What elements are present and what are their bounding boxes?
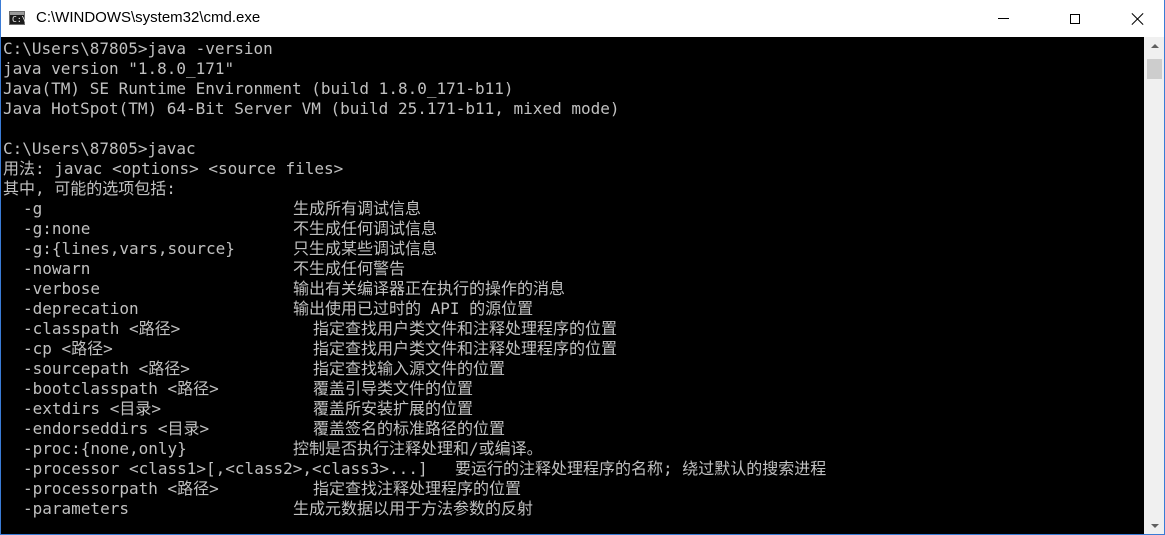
option-description: 要运行的注释处理程序的名称; 绕过默认的搜索进程 — [455, 459, 827, 478]
option-description: 控制是否执行注释处理和/或编译。 — [293, 439, 543, 458]
cmd-icon[interactable]: C:\ — [9, 11, 26, 25]
option-description: 指定查找注释处理程序的位置 — [313, 479, 522, 498]
option-flag: -extdirs <目录> — [23, 399, 161, 418]
maximize-button[interactable] — [1052, 0, 1098, 37]
option-description: 覆盖引导类文件的位置 — [313, 379, 474, 398]
close-icon — [1131, 12, 1145, 26]
title-bar[interactable]: C:\ C:\WINDOWS\system32\cmd.exe — [1, 0, 1164, 37]
option-row: -g 生成所有调试信息 — [3, 199, 620, 219]
option-flag: -bootclasspath <路径> — [23, 379, 219, 398]
option-row: -nowarn 不生成任何警告 — [3, 259, 620, 279]
option-description: 覆盖所安装扩展的位置 — [313, 399, 474, 418]
console-line: java version "1.8.0_171" — [3, 59, 235, 78]
option-row: -verbose 输出有关编译器正在执行的操作的消息 — [3, 279, 620, 299]
maximize-icon — [1070, 13, 1080, 24]
option-description: 生成所有调试信息 — [293, 199, 422, 218]
option-row: -deprecation 输出使用已过时的 API 的源位置 — [3, 299, 620, 319]
option-flag: -g — [23, 199, 43, 218]
option-description: 覆盖签名的标准路径的位置 — [313, 419, 506, 438]
option-flag: -nowarn — [23, 259, 91, 278]
console-line: 用法: javac <options> <source files> — [3, 159, 344, 178]
option-flag: -g:{lines,vars,source} — [23, 239, 235, 258]
close-button[interactable] — [1112, 0, 1164, 37]
option-row: -g:none 不生成任何调试信息 — [3, 219, 620, 239]
arrow-down-icon — [1150, 523, 1159, 528]
console-line: C:\Users\87805>javac — [3, 139, 196, 158]
option-description: 输出有关编译器正在执行的操作的消息 — [293, 279, 566, 298]
option-flag: -parameters — [23, 499, 129, 518]
option-flag: -g:none — [23, 219, 91, 238]
option-row: -g:{lines,vars,source} 只生成某些调试信息 — [3, 239, 620, 259]
option-description: 指定查找输入源文件的位置 — [313, 359, 506, 378]
option-description: 不生成任何警告 — [293, 259, 406, 278]
option-row: -cp <路径> 指定查找用户类文件和注释处理程序的位置 — [3, 339, 620, 359]
option-row: -parameters 生成元数据以用于方法参数的反射 — [3, 499, 620, 519]
option-description: 不生成任何调试信息 — [293, 219, 438, 238]
console-line: 其中, 可能的选项包括: — [3, 179, 176, 198]
scroll-up-button[interactable] — [1144, 37, 1164, 54]
console-output[interactable]: C:\Users\87805>java -version java versio… — [1, 37, 1144, 534]
option-description: 指定查找用户类文件和注释处理程序的位置 — [313, 339, 618, 358]
window-title: C:\WINDOWS\system32\cmd.exe — [36, 9, 261, 26]
option-flag: -proc:{none,only} — [23, 439, 187, 458]
minimize-button[interactable] — [980, 0, 1026, 37]
option-flag: -endorseddirs <目录> — [23, 419, 210, 438]
option-description: 指定查找用户类文件和注释处理程序的位置 — [313, 319, 618, 338]
option-row: -proc:{none,only} 控制是否执行注释处理和/或编译。 — [3, 439, 620, 459]
scroll-thumb[interactable] — [1147, 59, 1162, 79]
option-row: -sourcepath <路径> 指定查找输入源文件的位置 — [3, 359, 620, 379]
option-row: -processor <class1>[,<class2>,<class3>..… — [3, 459, 826, 479]
option-flag: -processor <class1>[,<class2>,<class3>..… — [23, 459, 428, 478]
option-flag: -processorpath <路径> — [23, 479, 219, 498]
vertical-scrollbar[interactable] — [1144, 37, 1164, 534]
console-line: C:\Users\87805>java -version — [3, 39, 273, 58]
option-description: 只生成某些调试信息 — [293, 239, 438, 258]
option-row: -extdirs <目录> 覆盖所安装扩展的位置 — [3, 399, 620, 419]
option-flag: -sourcepath <路径> — [23, 359, 190, 378]
arrow-up-icon — [1150, 43, 1159, 48]
option-row: -classpath <路径> 指定查找用户类文件和注释处理程序的位置 — [3, 319, 620, 339]
option-description: 输出使用已过时的 API 的源位置 — [293, 299, 534, 318]
console-line: Java(TM) SE Runtime Environment (build 1… — [3, 79, 514, 98]
option-flag: -deprecation — [23, 299, 139, 318]
minimize-icon — [997, 18, 1009, 19]
option-flag: -classpath <路径> — [23, 319, 181, 338]
option-row: -endorseddirs <目录> 覆盖签名的标准路径的位置 — [3, 419, 620, 439]
console-text: C:\Users\87805>java -version java versio… — [3, 39, 826, 519]
option-description: 生成元数据以用于方法参数的反射 — [293, 499, 534, 518]
option-flag: -cp <路径> — [23, 339, 113, 358]
option-row: -bootclasspath <路径> 覆盖引导类文件的位置 — [3, 379, 620, 399]
scroll-down-button[interactable] — [1144, 517, 1164, 534]
option-flag: -verbose — [23, 279, 101, 298]
console-line: Java HotSpot(TM) 64-Bit Server VM (build… — [3, 99, 620, 118]
option-row: -processorpath <路径> 指定查找注释处理程序的位置 — [3, 479, 620, 499]
cmd-window: C:\ C:\WINDOWS\system32\cmd.exe C:\Users… — [0, 0, 1165, 535]
